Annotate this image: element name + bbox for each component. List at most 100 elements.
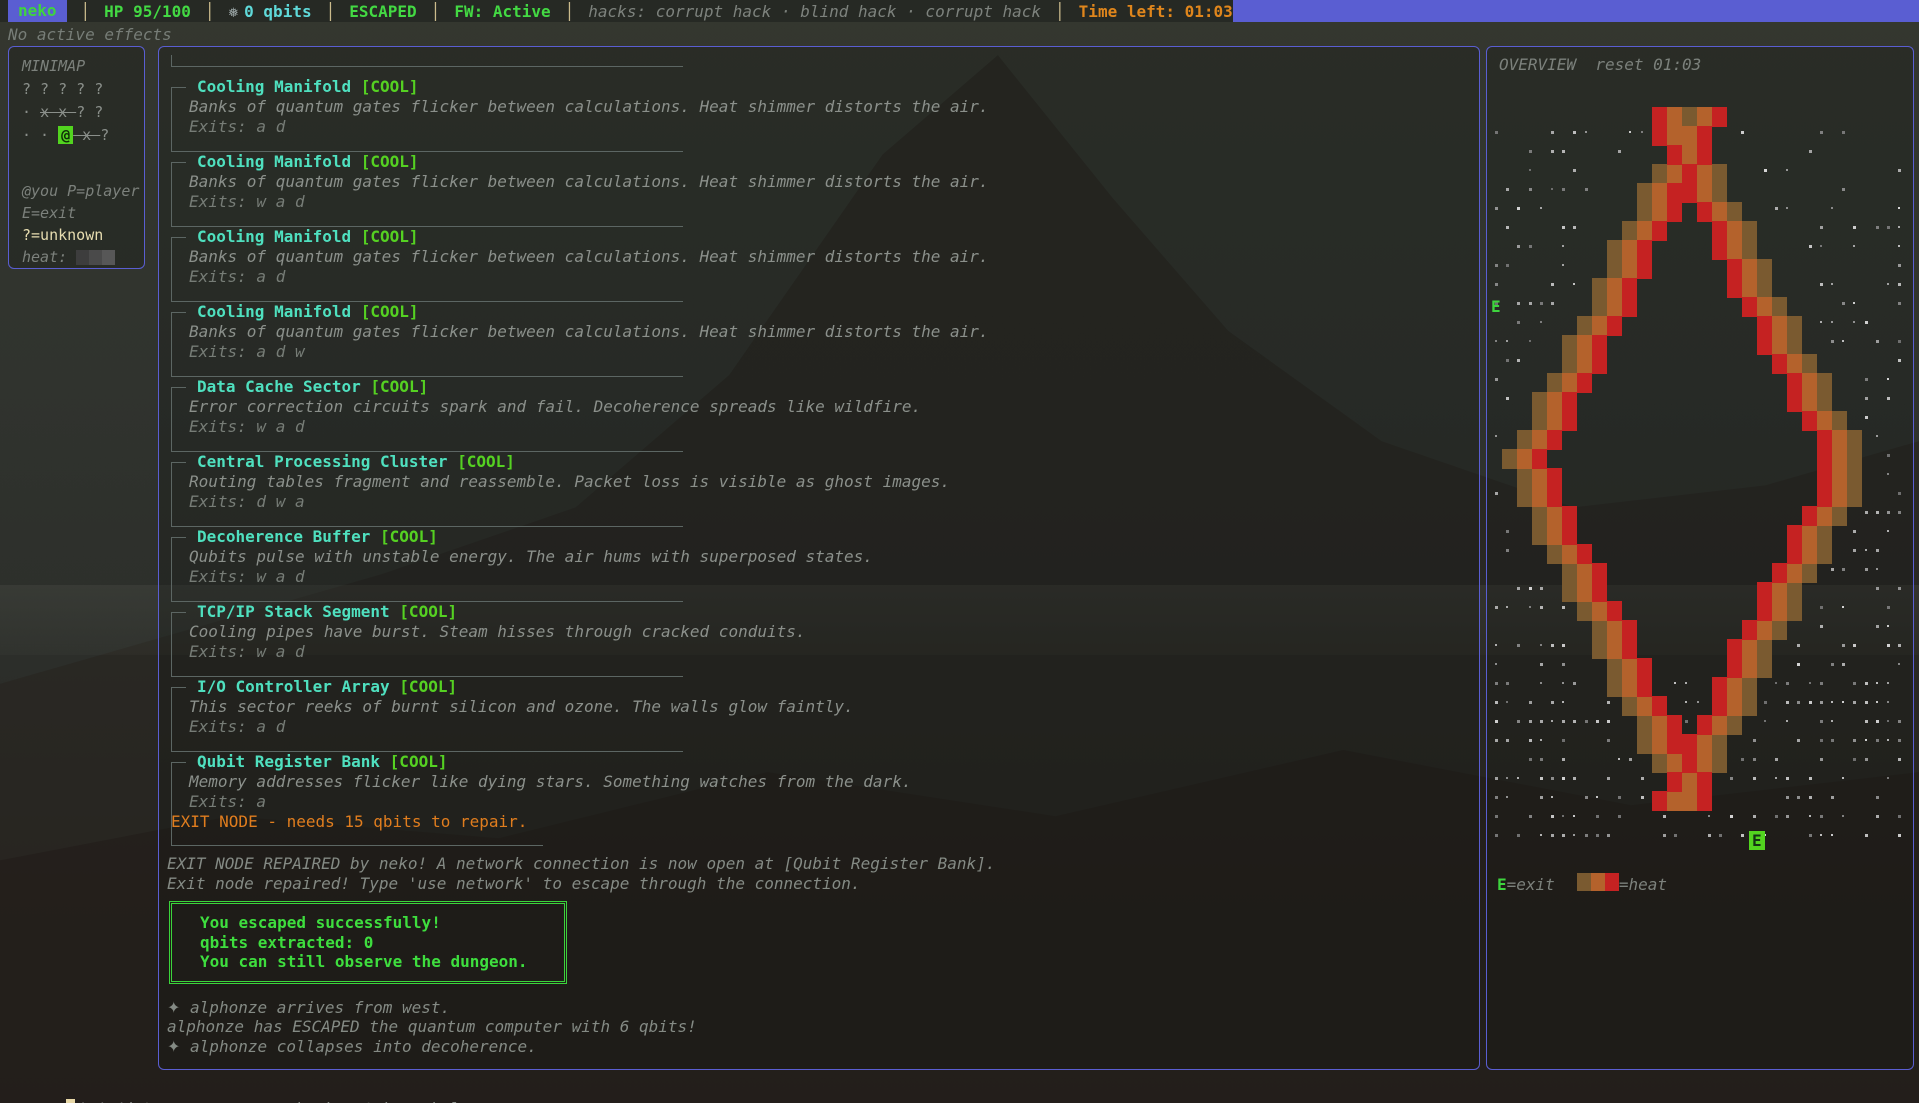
player-name-badge: neko	[8, 0, 67, 22]
command-hints: /a/s/d to move · say · hack · take · hel…	[75, 1099, 470, 1103]
room-frame-vline	[171, 537, 172, 601]
overview-reset-timer: reset 01:03	[1595, 55, 1702, 74]
room-title: Cooling Manifold [COOL]	[189, 302, 1479, 322]
legend-heat: heat:	[22, 246, 144, 268]
escaped-status: ESCAPED	[349, 1, 417, 21]
room-title: Data Cache Sector [COOL]	[189, 377, 1479, 397]
room-frame-corner	[171, 162, 186, 163]
event-message: ✦ alphonze collapses into decoherence.	[167, 1036, 537, 1056]
overview-panel: OVERVIEW reset 01:03 EE E =exit =heat	[1486, 46, 1914, 1070]
divider: │	[564, 1, 575, 21]
divider: │	[325, 1, 336, 21]
event-message: alphonze has ESCAPED the quantum compute…	[167, 1017, 697, 1036]
qbits-count: 0 qbits	[244, 1, 312, 21]
room-frame-corner	[171, 387, 186, 388]
room-title: Central Processing Cluster [COOL]	[189, 452, 1479, 472]
room-entry: Qubit Register Bank [COOL] Memory addres…	[171, 752, 1479, 846]
overview-title: OVERVIEW	[1499, 55, 1577, 74]
divider: │	[80, 1, 91, 21]
minimap-row-3: · · @ x ?	[22, 126, 110, 144]
room-frame-corner	[171, 312, 186, 313]
minimap-panel: MINIMAP ? ? ? ? ? · x x ? ? · · @ x ? @y…	[8, 46, 145, 269]
room-title: Cooling Manifold [COOL]	[189, 152, 1479, 172]
repair-message-1: EXIT NODE REPAIRED by neko! A network co…	[167, 854, 996, 873]
room-desc: Banks of quantum gates flicker between c…	[189, 322, 989, 341]
room-exits: Exits: a d	[189, 267, 286, 286]
divider: │	[204, 1, 215, 21]
room-name: Cooling Manifold	[197, 227, 352, 246]
room-exits: Exits: a	[189, 792, 267, 811]
room-cool-tag: [COOL]	[360, 227, 419, 246]
room-cool-tag: [COOL]	[360, 302, 419, 321]
escape-line-1: You escaped successfully!	[200, 913, 441, 932]
repair-message-2: Exit node repaired! Type 'use network' t…	[167, 873, 861, 893]
room-frame-vline	[171, 312, 172, 376]
room-entry: Decoherence Buffer [COOL] Qubits pulse w…	[171, 527, 1479, 602]
room-name: Data Cache Sector	[197, 377, 361, 396]
room-entry: Cooling Manifold [COOL] Banks of quantum…	[171, 227, 1479, 302]
minimap-row-2: · x x ? ?	[22, 103, 104, 121]
legend-heat-label: =heat	[1618, 874, 1667, 894]
room-exits: Exits: a d w	[189, 342, 305, 361]
hacks-list: hacks: corrupt hack · blind hack · corru…	[588, 1, 1042, 21]
room-title: Cooling Manifold [COOL]	[189, 227, 1479, 247]
room-cool-tag: [COOL]	[370, 377, 429, 396]
visited-cells: x	[73, 126, 101, 144]
overview-header: OVERVIEW reset 01:03	[1499, 55, 1701, 74]
room-frame-vline	[171, 762, 172, 845]
room-frame-corner	[171, 87, 186, 88]
room-cool-tag: [COOL]	[360, 77, 419, 96]
qbit-snowflake-icon: ❅	[228, 1, 239, 21]
room-log-panel[interactable]: Cooling Manifold [COOL] Banks of quantum…	[158, 46, 1480, 1070]
room-exits: Exits: d w a	[189, 492, 305, 511]
room-name: Central Processing Cluster	[197, 452, 448, 471]
room-name: Cooling Manifold	[197, 302, 352, 321]
active-effects-line: No active effects	[8, 25, 172, 44]
overview-legend: E =exit =heat	[1497, 873, 1667, 895]
event-log: ✦ alphonze arrives from west. alphonze h…	[165, 998, 1479, 1057]
room-desc: Banks of quantum gates flicker between c…	[189, 172, 989, 191]
minimap-row-1: ? ? ? ? ?	[22, 80, 104, 98]
divider: │	[1055, 1, 1065, 21]
room-exits: Exits: w a d	[189, 642, 305, 661]
room-entry: Cooling Manifold [COOL] Banks of quantum…	[171, 152, 1479, 227]
room-cool-tag: [COOL]	[389, 752, 448, 771]
room-exits: Exits: w a d	[189, 417, 305, 436]
minimap-title: MINIMAP	[22, 57, 86, 75]
legend-unknown: ?=unknown	[22, 226, 104, 244]
prompt-chevron-1: >	[27, 1099, 37, 1103]
command-input-line[interactable]: > > w/a/s/d to move · say · hack · take …	[8, 1080, 470, 1103]
minimap-legend: @you P=player E=exit ?=unknown heat:	[22, 180, 144, 268]
room-name: Cooling Manifold	[197, 152, 352, 171]
room-name: Decoherence Buffer	[197, 527, 371, 546]
exit-node-line: EXIT NODE - needs 15 qbits to repair.	[171, 812, 528, 831]
overview-map: EE	[1487, 47, 1913, 1069]
room-cool-tag: [COOL]	[380, 527, 438, 546]
event-message: ✦ alphonze arrives from west.	[167, 997, 451, 1017]
room-exits: Exits: a d	[189, 717, 286, 736]
room-frame-corner	[171, 537, 186, 538]
room-exits: Exits: w a d	[189, 192, 305, 211]
room-frame-vline	[171, 87, 172, 151]
room-exits: Exits: a d	[189, 117, 286, 136]
legend-exit: E=exit	[22, 204, 77, 222]
room-frame-vline	[171, 387, 172, 451]
scrolled-entry-rule	[171, 55, 683, 67]
visited-cells: x x	[40, 103, 77, 121]
room-desc: Memory addresses flicker like dying star…	[189, 772, 912, 791]
exit-marker: E	[1491, 297, 1501, 316]
heat-swatches	[1576, 873, 1619, 895]
room-frame-rule	[171, 845, 543, 846]
room-desc: Routing tables fragment and reassemble. …	[189, 472, 950, 491]
legend-exit-symbol: E	[1497, 874, 1507, 894]
room-entry: Cooling Manifold [COOL] Banks of quantum…	[171, 77, 1479, 152]
room-entry: Cooling Manifold [COOL] Banks of quantum…	[171, 302, 1479, 377]
time-left: Time left: 01:03	[1078, 1, 1233, 21]
status-bar: neko │ HP 95/100 │ ❅ 0 qbits │ ESCAPED │…	[0, 0, 1919, 22]
room-desc: Banks of quantum gates flicker between c…	[189, 247, 989, 266]
room-cool-tag: [COOL]	[360, 152, 419, 171]
room-name: Qubit Register Bank	[197, 752, 381, 771]
escape-success-box: You escaped successfully! qbits extracte…	[169, 901, 567, 984]
player-marker: @	[58, 126, 74, 144]
room-desc: Cooling pipes have burst. Steam hisses t…	[189, 622, 806, 641]
